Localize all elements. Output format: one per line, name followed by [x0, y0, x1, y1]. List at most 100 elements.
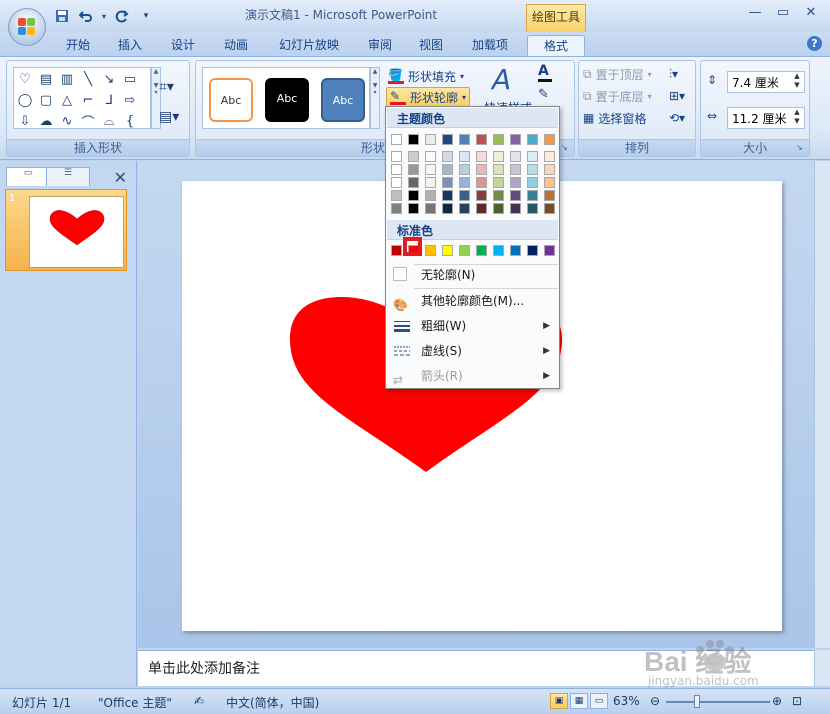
theme-color-shade-swatch[interactable]	[442, 203, 453, 214]
theme-color-shade-swatch[interactable]	[391, 203, 402, 214]
theme-color-shade-swatch[interactable]	[493, 177, 504, 188]
right-arrow-shape-icon[interactable]: ⇨	[120, 90, 140, 110]
standard-color-swatch[interactable]	[476, 245, 487, 256]
theme-color-shade-swatch[interactable]	[527, 164, 538, 175]
curve-icon[interactable]: ⌒	[78, 111, 98, 131]
line-icon[interactable]: ╲	[78, 69, 98, 89]
shape-outline-button[interactable]: ✎ 形状轮廓 ▾	[386, 87, 471, 107]
text-fill-icon[interactable]: A	[538, 63, 552, 82]
theme-color-shade-swatch[interactable]	[408, 177, 419, 188]
theme-color-shade-swatch[interactable]	[425, 164, 436, 175]
oval-icon[interactable]: ◯	[15, 90, 35, 110]
theme-color-shade-swatch[interactable]	[476, 190, 487, 201]
vertical-textbox-icon[interactable]: ▥	[57, 69, 77, 89]
standard-color-swatch[interactable]	[527, 245, 538, 256]
styles-gallery-scroll[interactable]: ▲ ▼ ▾	[370, 67, 380, 129]
size-launcher-icon[interactable]: ↘	[796, 143, 806, 153]
theme-color-shade-swatch[interactable]	[493, 203, 504, 214]
group-objects-icon[interactable]: ⊞▾	[669, 89, 685, 103]
brace-icon[interactable]: {	[120, 111, 140, 131]
theme-color-shade-swatch[interactable]	[544, 164, 555, 175]
rotate-icon[interactable]: ⟲▾	[669, 111, 685, 125]
standard-color-swatch[interactable]	[425, 245, 436, 256]
customize-icon[interactable]: ▾	[136, 7, 156, 25]
redo-icon[interactable]	[112, 7, 132, 25]
theme-color-shade-swatch[interactable]	[408, 203, 419, 214]
theme-name[interactable]: "Office 主题"	[98, 694, 172, 711]
theme-color-shade-swatch[interactable]	[527, 203, 538, 214]
normal-view-icon[interactable]: ▣	[550, 693, 568, 709]
theme-color-shade-swatch[interactable]	[459, 190, 470, 201]
maximize-icon[interactable]: ▭	[770, 4, 796, 22]
theme-color-shade-swatch[interactable]	[476, 177, 487, 188]
theme-color-shade-swatch[interactable]	[425, 190, 436, 201]
office-button[interactable]	[8, 8, 46, 46]
theme-color-shade-swatch[interactable]	[510, 203, 521, 214]
zoom-out-icon[interactable]: ⊖	[650, 694, 660, 708]
slideshow-view-icon[interactable]: ▭	[590, 693, 608, 709]
tab-view[interactable]: 视图	[413, 35, 449, 56]
theme-color-shade-swatch[interactable]	[391, 164, 402, 175]
theme-color-shade-swatch[interactable]	[442, 164, 453, 175]
outline-tab-icon[interactable]: ☰	[46, 167, 90, 186]
no-outline-menu-item[interactable]: 无轮廓(N)	[387, 263, 558, 287]
tab-addins[interactable]: 加载项	[466, 35, 514, 56]
standard-color-swatch[interactable]	[544, 245, 555, 256]
standard-color-swatch[interactable]	[459, 245, 470, 256]
language-status[interactable]: 中文(简体，中国)	[226, 694, 319, 711]
theme-color-shade-swatch[interactable]	[408, 151, 419, 162]
theme-color-shade-swatch[interactable]	[408, 190, 419, 201]
bring-to-front-button[interactable]: ⧉ 置于顶层 ▾	[583, 64, 652, 84]
standard-color-swatch[interactable]	[442, 245, 453, 256]
theme-color-shade-swatch[interactable]	[425, 177, 436, 188]
shape-fill-button[interactable]: 🪣 形状填充 ▾	[388, 66, 464, 86]
slides-tab-icon[interactable]: ▭	[6, 167, 50, 186]
send-to-back-button[interactable]: ⧉ 置于底层 ▾	[583, 86, 652, 106]
shape-styles-gallery[interactable]: Abc Abc Abc	[202, 67, 370, 129]
freeform-icon[interactable]: ☁	[36, 111, 56, 131]
theme-color-swatch[interactable]	[425, 134, 436, 145]
elbow-arrow-icon[interactable]: ᒧ	[99, 90, 119, 110]
help-icon[interactable]: ?	[807, 36, 822, 51]
theme-color-shade-swatch[interactable]	[544, 151, 555, 162]
theme-color-shade-swatch[interactable]	[510, 151, 521, 162]
theme-color-shade-swatch[interactable]	[476, 203, 487, 214]
tab-design[interactable]: 设计	[165, 35, 201, 56]
theme-color-shade-swatch[interactable]	[425, 203, 436, 214]
zoom-slider[interactable]	[666, 695, 770, 708]
rounded-rect-icon[interactable]: ▢	[36, 90, 56, 110]
theme-color-shade-swatch[interactable]	[476, 164, 487, 175]
edit-shape-icon[interactable]: ⌗▾	[159, 79, 174, 95]
theme-color-swatch[interactable]	[391, 134, 402, 145]
shape-height-input[interactable]: 7.4 厘米 ▲ ▼	[727, 71, 805, 93]
theme-color-shade-swatch[interactable]	[459, 203, 470, 214]
standard-color-swatch[interactable]	[493, 245, 504, 256]
rectangle-icon[interactable]: ▭	[120, 69, 140, 89]
theme-color-shade-swatch[interactable]	[510, 190, 521, 201]
shape-width-input[interactable]: 11.2 厘米 ▲ ▼	[727, 107, 805, 129]
down-arrow-shape-icon[interactable]: ⇩	[15, 111, 35, 131]
textbox-insert-icon[interactable]: ▤▾	[159, 109, 179, 125]
theme-color-swatch[interactable]	[510, 134, 521, 145]
theme-color-swatch[interactable]	[527, 134, 538, 145]
theme-color-shade-swatch[interactable]	[391, 177, 402, 188]
theme-color-shade-swatch[interactable]	[527, 177, 538, 188]
save-icon[interactable]	[52, 7, 72, 25]
theme-color-shade-swatch[interactable]	[527, 190, 538, 201]
theme-color-shade-swatch[interactable]	[510, 177, 521, 188]
zoom-level[interactable]: 63%	[613, 694, 640, 708]
weight-menu-item[interactable]: 粗细(W) ▶	[387, 314, 558, 338]
theme-color-shade-swatch[interactable]	[391, 151, 402, 162]
theme-color-shade-swatch[interactable]	[493, 190, 504, 201]
theme-color-shade-swatch[interactable]	[442, 151, 453, 162]
tab-insert[interactable]: 插入	[112, 35, 148, 56]
arc-icon[interactable]: ⌓	[99, 111, 119, 131]
tab-slideshow[interactable]: 幻灯片放映	[274, 35, 344, 56]
theme-color-shade-swatch[interactable]	[510, 164, 521, 175]
dashes-menu-item[interactable]: 虚线(S) ▶	[387, 339, 558, 363]
theme-color-swatch[interactable]	[476, 134, 487, 145]
more-outline-colors-menu-item[interactable]: 🎨 其他轮廓颜色(M)...	[387, 289, 558, 313]
selection-pane-button[interactable]: ▦ 选择窗格	[583, 108, 646, 128]
sorter-view-icon[interactable]: ▦	[570, 693, 588, 709]
standard-color-swatch[interactable]	[510, 245, 521, 256]
